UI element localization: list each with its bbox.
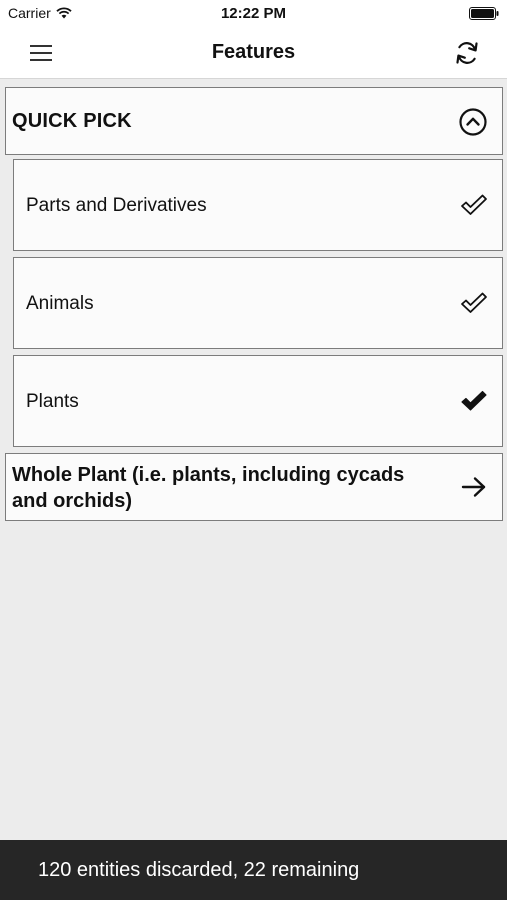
option-animals[interactable]: Animals — [13, 257, 503, 349]
status-time: 12:22 PM — [220, 5, 287, 22]
option-plants[interactable]: Plants — [13, 355, 503, 447]
quick-pick-label: QUICK PICK — [12, 110, 132, 132]
quick-pick-header[interactable]: QUICK PICK — [5, 87, 503, 155]
option-label: Animals — [26, 293, 94, 314]
whole-plant-row[interactable]: Whole Plant (i.e. plants, including cyca… — [5, 453, 503, 521]
chevron-up-circle-icon[interactable] — [458, 107, 488, 137]
check-filled-icon — [460, 389, 488, 413]
page-title: Features — [211, 41, 296, 63]
option-label: Parts and Derivatives — [26, 195, 207, 216]
check-outline-icon — [460, 291, 488, 315]
status-footer: 120 entities discarded, 22 remaining — [0, 840, 507, 900]
status-bar: Carrier 12:22 PM — [0, 0, 507, 28]
battery-icon — [469, 7, 499, 20]
arrow-right-icon — [460, 475, 488, 499]
check-outline-icon — [460, 193, 488, 217]
option-parts-and-derivatives[interactable]: Parts and Derivatives — [13, 159, 503, 251]
remaining-count-text: 120 entities discarded, 22 remaining — [38, 859, 360, 881]
refresh-icon — [454, 40, 480, 66]
navigation-bar: Features — [0, 28, 507, 79]
refresh-button[interactable] — [449, 36, 485, 70]
option-label: Plants — [26, 391, 79, 412]
whole-plant-label: Whole Plant (i.e. plants, including cyca… — [12, 464, 405, 512]
